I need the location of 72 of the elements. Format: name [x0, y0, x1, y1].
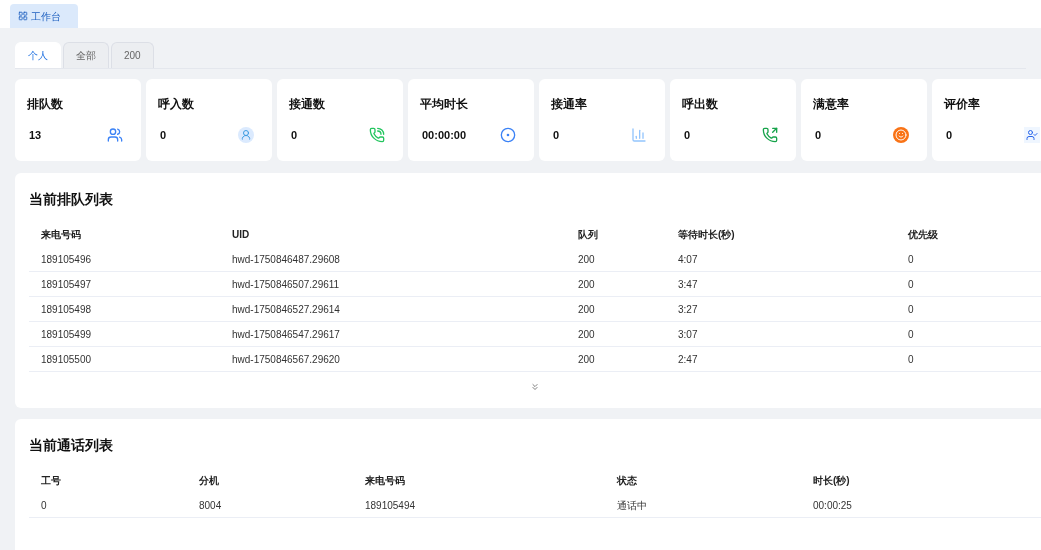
phone-outgoing-icon: [762, 127, 778, 144]
table-cell: hwd-1750846487.29608: [232, 253, 340, 265]
expand-icon[interactable]: [530, 382, 540, 392]
table-cell: 0: [41, 499, 47, 511]
table-cell: 0: [908, 353, 914, 365]
table-cell: 00:00:25: [813, 499, 852, 511]
table-cell: 3:27: [678, 303, 698, 315]
grid-icon: [18, 11, 28, 21]
person-icon: [238, 127, 254, 144]
bar-chart-icon: [631, 127, 647, 144]
column-header: 来电号码: [365, 475, 405, 486]
column-header: 等待时长(秒): [678, 229, 735, 240]
stat-value: 0: [290, 128, 298, 143]
phone-icon: [369, 127, 385, 144]
panel-title: 当前排队列表: [29, 190, 114, 209]
table-cell: 200: [578, 253, 595, 265]
table-cell: 2:47: [678, 353, 698, 365]
column-header: 来电号码: [41, 229, 81, 240]
table-cell: hwd-1750846527.29614: [232, 303, 340, 315]
target-icon: [500, 127, 516, 144]
table-cell: 3:47: [678, 278, 698, 290]
table-cell: 189105494: [365, 499, 416, 511]
table-cell: 0: [908, 278, 914, 290]
tab[interactable]: 200: [111, 42, 154, 68]
column-header: 队列: [578, 229, 598, 240]
table-cell: 200: [578, 328, 595, 340]
stat-title: 呼入数: [158, 96, 195, 113]
stat-value: 0: [683, 128, 691, 143]
column-header: 分机: [199, 475, 219, 486]
column-header: 时长(秒): [813, 475, 850, 486]
user-check-icon: [1024, 127, 1040, 144]
column-header: 优先级: [908, 229, 938, 240]
smiley-icon: [893, 127, 909, 144]
stat-value: 0: [159, 128, 167, 143]
column-header: UID: [232, 229, 250, 240]
table-cell: 0: [908, 328, 914, 340]
stat-title: 评价率: [944, 96, 981, 113]
table-cell: 0: [908, 253, 914, 265]
table-cell: 8004: [199, 499, 222, 511]
people-icon: [107, 127, 123, 144]
table-cell: hwd-1750846567.29620: [232, 353, 340, 365]
table-cell: hwd-1750846547.29617: [232, 328, 340, 340]
stat-value: 0: [945, 128, 953, 143]
stat-value: 0: [814, 128, 822, 143]
table-cell: 通话中: [617, 499, 647, 511]
column-header: 状态: [617, 475, 637, 486]
table-cell: 189105500: [41, 353, 92, 365]
table-cell: 189105496: [41, 253, 92, 265]
stat-value: 00:00:00: [421, 128, 467, 143]
column-header: 工号: [41, 475, 61, 486]
table-cell: hwd-1750846507.29611: [232, 278, 340, 290]
stat-title: 呼出数: [682, 96, 719, 113]
table-cell: 4:07: [678, 253, 698, 265]
table-cell: 200: [578, 278, 595, 290]
stat-value: 0: [552, 128, 560, 143]
table-cell: 3:07: [678, 328, 698, 340]
table-cell: 200: [578, 353, 595, 365]
stat-value: 13: [28, 128, 42, 143]
tab[interactable]: 个人: [15, 42, 61, 68]
table-cell: 200: [578, 303, 595, 315]
table-cell: 189105497: [41, 278, 92, 290]
table-cell: 0: [908, 303, 914, 315]
stat-title: 满意率: [813, 96, 850, 113]
stat-title: 接通数: [289, 96, 326, 113]
stat-title: 平均时长: [420, 96, 469, 113]
table-cell: 189105499: [41, 328, 92, 340]
page-tab[interactable]: 工作台: [10, 4, 78, 28]
table-cell: 189105498: [41, 303, 92, 315]
stat-title: 接通率: [551, 96, 588, 113]
tab[interactable]: 全部: [63, 42, 109, 68]
panel-title: 当前通话列表: [29, 436, 114, 455]
stat-title: 排队数: [27, 96, 64, 113]
